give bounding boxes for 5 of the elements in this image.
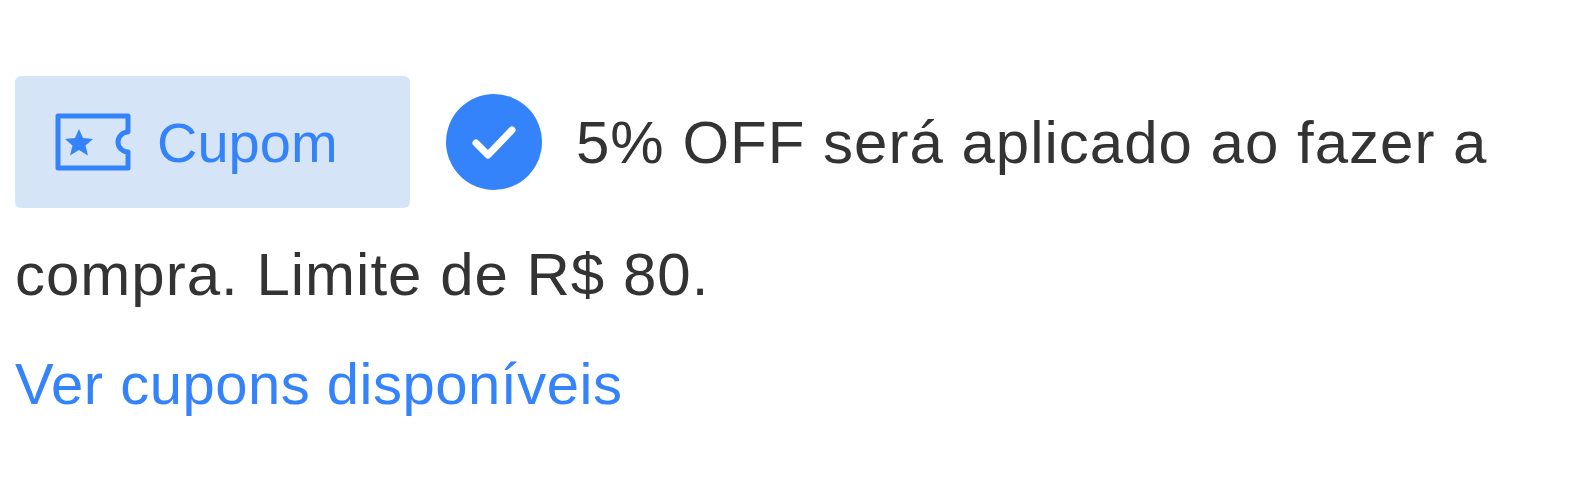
coupon-message: compra. Limite de R$ 80. bbox=[15, 240, 710, 308]
ticket-icon bbox=[53, 111, 133, 174]
coupons-link[interactable]: Ver cupons disponíveis bbox=[15, 349, 623, 417]
coupon-button[interactable]: Cupom bbox=[15, 76, 410, 209]
coupon-message: 5% OFF será aplicado ao fazer a bbox=[576, 108, 1488, 176]
